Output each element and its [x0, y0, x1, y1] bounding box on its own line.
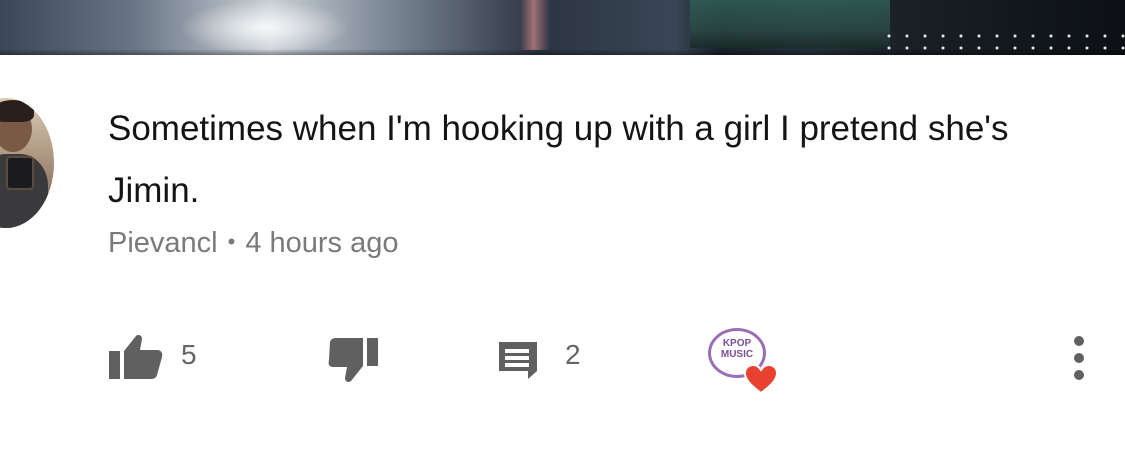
- avatar[interactable]: [0, 98, 54, 228]
- creator-avatar-text: KPOP MUSIC: [710, 338, 764, 360]
- creator-heart-badge[interactable]: KPOP MUSIC: [706, 328, 780, 396]
- comment-actions-bar: 5 2 KPOP MUSIC: [0, 328, 1125, 398]
- comment-author[interactable]: Pievancl: [108, 227, 218, 259]
- thumbs-up-icon[interactable]: [107, 333, 163, 381]
- creator-text-line1: KPOP: [722, 338, 752, 349]
- more-dot: [1074, 336, 1084, 346]
- avatar-phone: [6, 156, 34, 190]
- comment-text: Sometimes when I'm hooking up with a gir…: [108, 109, 1009, 210]
- like-count: 5: [181, 339, 197, 370]
- creator-heart-icon: [744, 364, 778, 394]
- more-dot: [1074, 370, 1084, 380]
- tower-light: [520, 0, 550, 50]
- comment-timestamp[interactable]: 4 hours ago: [245, 227, 398, 259]
- thumbs-down-icon[interactable]: [328, 336, 380, 384]
- meta-separator: •: [227, 229, 236, 254]
- background-sign: [690, 0, 890, 48]
- vertical-ellipsis-icon[interactable]: [1072, 336, 1086, 382]
- reply-count: 2: [565, 339, 581, 370]
- avatar-hair: [0, 100, 34, 122]
- video-thumbnail-strip[interactable]: [0, 0, 1125, 55]
- city-lights: [880, 30, 1125, 50]
- comment-meta: Pievancl • 4 hours ago: [108, 227, 399, 260]
- creator-text-line2: MUSIC: [720, 349, 754, 360]
- light-glare: [180, 0, 350, 55]
- strip-shadow: [0, 49, 1125, 55]
- reply-comment-icon[interactable]: [496, 339, 540, 381]
- more-dot: [1074, 353, 1084, 363]
